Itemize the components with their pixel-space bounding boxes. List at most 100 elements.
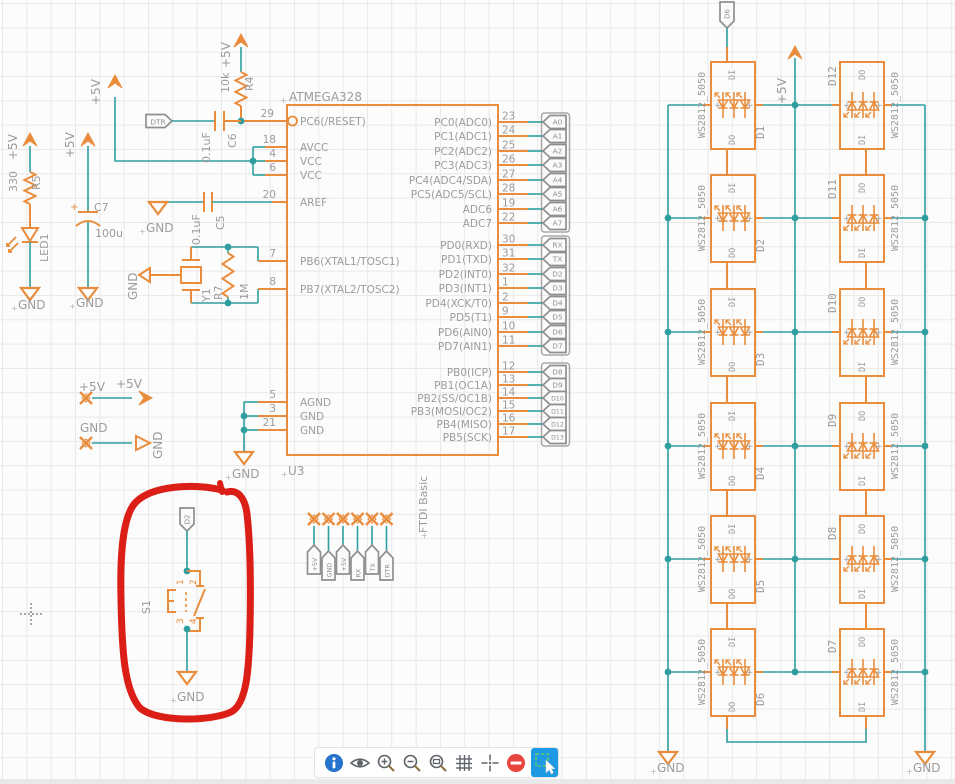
ws2812-led-arrow[interactable] (726, 93, 731, 98)
power-5v-icon[interactable] (23, 133, 37, 146)
ws2812-led-arrow[interactable] (855, 679, 860, 684)
ws2812-led-arrow[interactable] (726, 660, 731, 665)
ws2812-part-label[interactable]: WS2812_5050 (890, 413, 901, 479)
ws2812-led-arrow[interactable] (737, 434, 742, 439)
gnd-icon[interactable] (178, 672, 196, 684)
ws2812-led-arrow[interactable] (844, 453, 849, 458)
ws2812-designator[interactable]: D12 (826, 66, 839, 86)
c7-designator[interactable]: C7 (94, 201, 109, 214)
ws2812-designator[interactable]: D7 (826, 640, 839, 653)
toolbar-zoom-out-button[interactable] (399, 748, 425, 777)
power-5v-icon[interactable] (139, 391, 152, 405)
led1-symbol[interactable] (22, 228, 38, 241)
ws2812-designator[interactable]: D11 (826, 179, 839, 199)
ws2812-led-arrow[interactable] (737, 320, 742, 325)
ic-title[interactable]: ATMEGA328 (289, 90, 362, 104)
ws2812-led-arrow[interactable] (855, 339, 860, 344)
toolbar-info-button[interactable] (321, 748, 347, 777)
toolbar-grid-button[interactable] (451, 748, 477, 777)
resonator-y1[interactable] (181, 267, 201, 283)
r4-value[interactable]: 10k (219, 72, 232, 93)
ws2812-designator[interactable]: D10 (826, 293, 839, 313)
ws2812-led-arrow[interactable] (855, 566, 860, 571)
ws2812-part-label[interactable]: WS2812_5050 (697, 526, 708, 592)
ws2812-led-arrow[interactable] (866, 112, 871, 117)
ws2812-part-label[interactable]: WS2812_5050 (697, 185, 708, 251)
ws2812-designator[interactable]: D9 (826, 414, 839, 427)
r7-designator[interactable]: R7 (212, 285, 225, 300)
toolbar-zoom-in-button[interactable] (373, 748, 399, 777)
switch-s1-lever[interactable] (194, 589, 205, 616)
schematic-canvas[interactable]: ATMEGA328+U3+FTDI Basic+PC6(/RESET)29AVC… (0, 0, 955, 779)
ws2812-led-arrow[interactable] (844, 339, 849, 344)
ws2812-part-label[interactable]: WS2812_5050 (890, 72, 901, 138)
ws2812-led-arrow[interactable] (715, 320, 720, 325)
gnd-icon[interactable] (149, 202, 167, 214)
ws2812-led-arrow[interactable] (866, 225, 871, 230)
ws2812-led-arrow[interactable] (715, 206, 720, 211)
ws2812-part-label[interactable]: WS2812_5050 (697, 72, 708, 138)
gnd-icon[interactable] (136, 436, 150, 450)
ws2812-part-label[interactable]: WS2812_5050 (697, 639, 708, 705)
led1-arrow[interactable] (7, 237, 16, 246)
r5-value[interactable]: 330 (7, 171, 20, 192)
ws2812-part-label[interactable]: WS2812_5050 (890, 639, 901, 705)
r5-designator[interactable]: R5 (30, 175, 43, 190)
power-5v-icon[interactable] (234, 34, 248, 47)
ws2812-led-arrow[interactable] (726, 434, 731, 439)
ws2812-designator[interactable]: D3 (754, 353, 767, 366)
ws2812-designator[interactable]: D5 (754, 580, 767, 593)
power-5v-icon[interactable] (108, 75, 122, 88)
ws2812-led-arrow[interactable] (844, 566, 849, 571)
led1-arrow[interactable] (9, 243, 18, 252)
s1-designator[interactable]: S1 (140, 600, 153, 614)
ws2812-part-label[interactable]: WS2812_5050 (697, 413, 708, 479)
ws2812-led-arrow[interactable] (844, 679, 849, 684)
ws2812-led-arrow[interactable] (855, 112, 860, 117)
ws2812-part-label[interactable]: WS2812_5050 (890, 299, 901, 365)
ic-interface-label[interactable]: FTDI Basic (417, 476, 430, 533)
wire-5v-to-vcc[interactable] (115, 97, 253, 161)
ws2812-led-arrow[interactable] (844, 225, 849, 230)
ws2812-led-arrow[interactable] (726, 206, 731, 211)
ws2812-designator[interactable]: D2 (754, 239, 767, 252)
toolbar-crosshair-button[interactable] (477, 748, 503, 777)
ws2812-led-arrow[interactable] (855, 453, 860, 458)
toolbar-remove-button[interactable] (503, 748, 529, 777)
ws2812-led-arrow[interactable] (866, 679, 871, 684)
ws2812-part-label[interactable]: WS2812_5050 (890, 526, 901, 592)
ws2812-led-arrow[interactable] (866, 339, 871, 344)
gnd-icon[interactable] (235, 452, 253, 464)
c6-value[interactable]: 0.1uF (200, 132, 213, 163)
toolbar-zoom-selection-button[interactable] (425, 748, 451, 777)
y1-designator[interactable]: Y1 (200, 288, 213, 303)
ic-designator[interactable]: U3 (288, 464, 304, 478)
led1-designator[interactable]: LED1 (38, 233, 51, 262)
ws2812-designator[interactable]: D4 (754, 466, 767, 480)
ws2812-led-arrow[interactable] (866, 453, 871, 458)
ws2812-led-arrow[interactable] (866, 566, 871, 571)
r4-designator[interactable]: R4 (243, 76, 256, 91)
c5-designator[interactable]: C5 (214, 215, 227, 230)
c7-value[interactable]: 100u (95, 227, 123, 240)
power-5v-icon[interactable] (81, 133, 95, 146)
ws2812-part-label[interactable]: WS2812_5050 (697, 299, 708, 365)
ws2812-led-arrow[interactable] (737, 93, 742, 98)
ws2812-led-arrow[interactable] (715, 547, 720, 552)
ws2812-led-arrow[interactable] (715, 660, 720, 665)
ws2812-led-arrow[interactable] (737, 660, 742, 665)
gnd-icon[interactable] (139, 268, 150, 282)
power-5v-icon[interactable] (788, 46, 802, 59)
r7-value[interactable]: 1M (238, 284, 251, 301)
c6-designator[interactable]: C6 (226, 133, 239, 148)
data-chain-bottom[interactable] (727, 729, 866, 742)
ws2812-part-label[interactable]: WS2812_5050 (890, 185, 901, 251)
ws2812-led-arrow[interactable] (726, 320, 731, 325)
ws2812-led-arrow[interactable] (715, 93, 720, 98)
ws2812-designator[interactable]: D1 (754, 126, 767, 139)
ws2812-designator[interactable]: D8 (826, 527, 839, 540)
ws2812-led-arrow[interactable] (844, 112, 849, 117)
ws2812-led-arrow[interactable] (855, 225, 860, 230)
ws2812-led-arrow[interactable] (726, 547, 731, 552)
toolbar-select-mode-button[interactable] (531, 748, 558, 777)
